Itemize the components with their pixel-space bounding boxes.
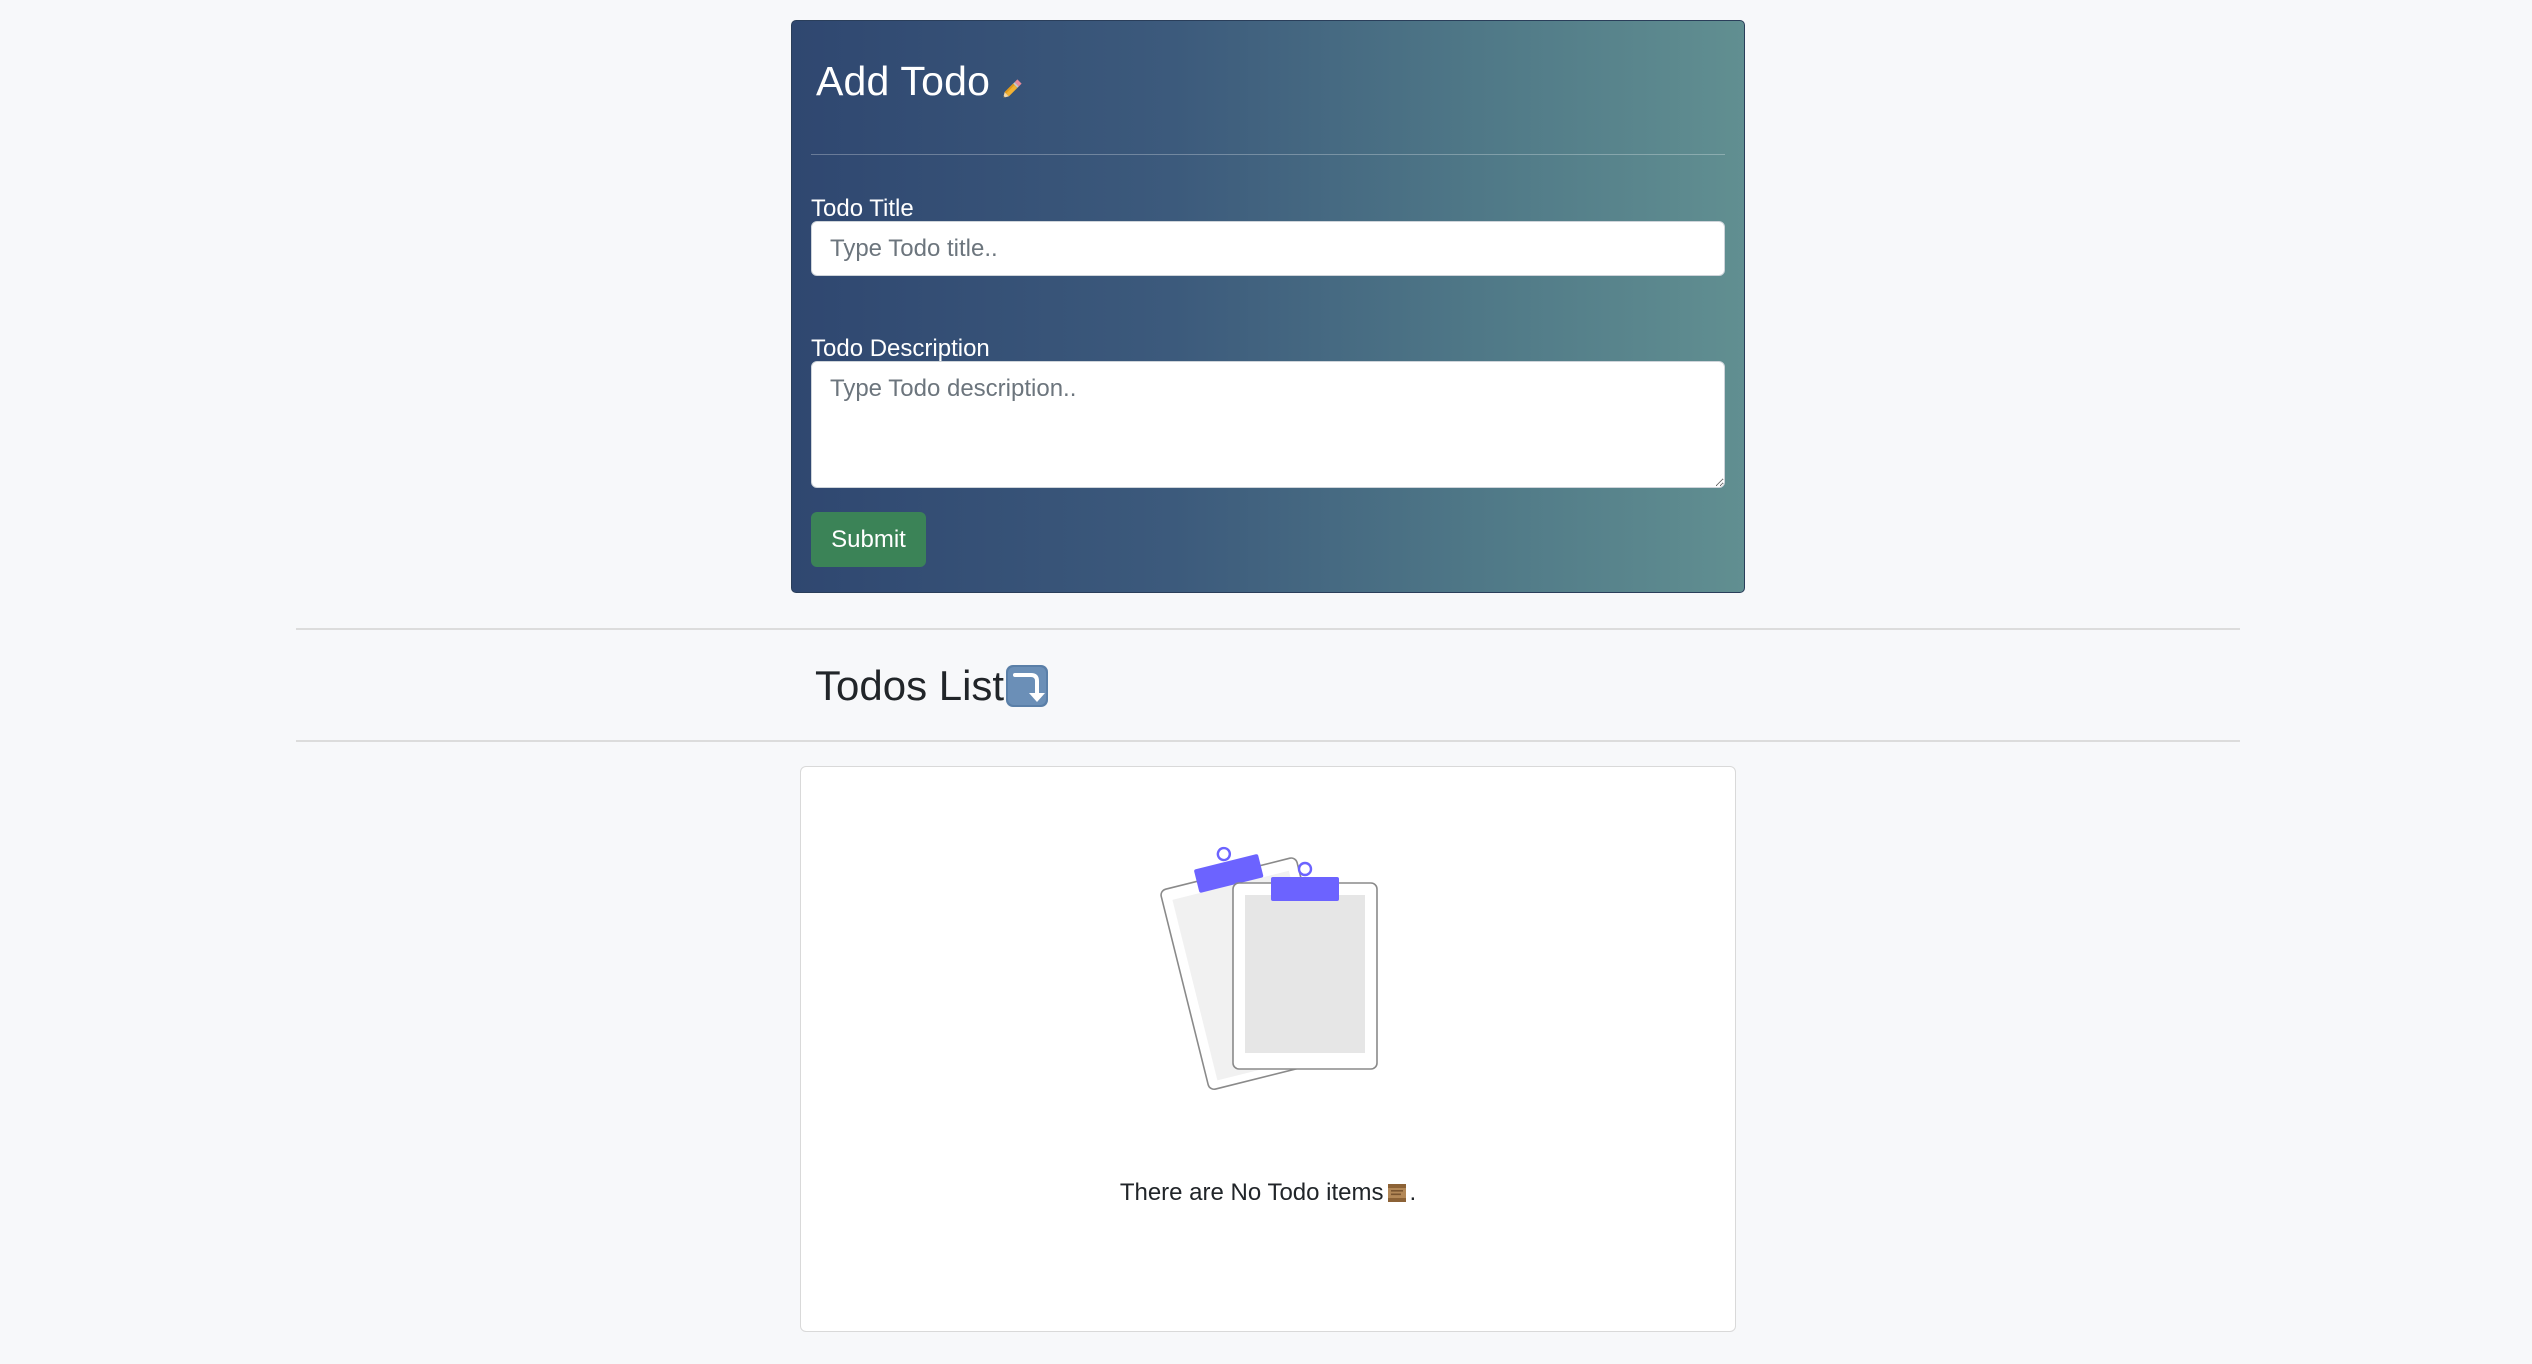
header-divider	[811, 154, 1725, 155]
scroll-icon	[1385, 1181, 1409, 1205]
list-divider-bottom	[296, 740, 2240, 742]
todos-list-title: Todos List	[815, 662, 1005, 709]
empty-message-suffix: .	[1409, 1179, 1417, 1206]
page: Add Todo Todo Title Todo Description	[0, 0, 2532, 1364]
clipboard-illustration	[1153, 831, 1393, 1091]
add-todo-card: Add Todo Todo Title Todo Description	[791, 20, 1745, 593]
empty-todos-card: There are No Todo items .	[800, 766, 1736, 1332]
pencil-icon	[998, 66, 1024, 98]
todos-list-heading: Todos List	[815, 658, 1049, 714]
empty-todos-message: There are No Todo items .	[801, 1179, 1735, 1207]
todo-title-input[interactable]	[811, 221, 1725, 276]
list-divider-top	[296, 628, 2240, 630]
down-arrow-icon	[1005, 664, 1049, 708]
todo-title-label: Todo Title	[811, 195, 914, 222]
empty-message-text: There are No Todo items	[1119, 1179, 1384, 1206]
todo-description-input[interactable]	[811, 361, 1725, 488]
submit-button[interactable]: Submit	[811, 512, 926, 567]
todo-description-label: Todo Description	[811, 335, 990, 362]
add-todo-title: Add Todo	[816, 57, 991, 104]
add-todo-header: Add Todo	[816, 43, 1024, 119]
